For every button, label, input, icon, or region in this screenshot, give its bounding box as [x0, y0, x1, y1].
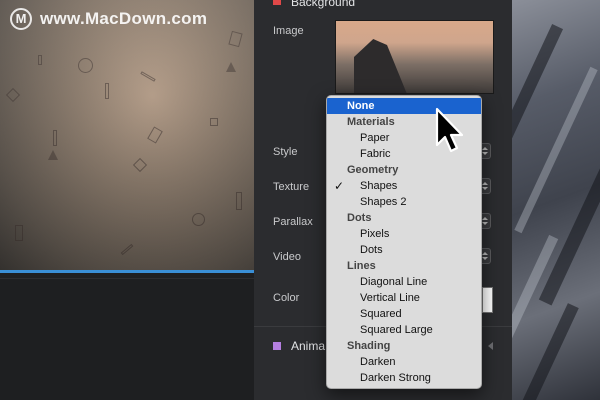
video-label: Video — [273, 251, 301, 263]
menu-header-geometry: Geometry — [347, 164, 399, 176]
parallax-label: Parallax — [273, 216, 313, 228]
menu-item-vertical-line[interactable]: Vertical Line — [327, 290, 481, 306]
collapse-arrow-icon[interactable] — [488, 342, 493, 350]
checkmark-icon: ✓ — [334, 179, 345, 193]
menu-item-dots[interactable]: Dots — [327, 242, 481, 258]
rock-streak — [517, 303, 579, 400]
triangle-shape — [226, 62, 236, 72]
menu-item-squared-large[interactable]: Squared Large — [327, 322, 481, 338]
diamond-shape — [147, 126, 163, 144]
timeline-area — [0, 273, 254, 400]
circle-shape — [192, 213, 205, 226]
rect-shape — [228, 30, 243, 48]
rect-shape — [210, 118, 218, 126]
rock-streak — [538, 154, 600, 306]
canvas-preview[interactable] — [0, 0, 254, 273]
line-shape — [105, 83, 109, 99]
thumbnail-cliff — [354, 39, 409, 93]
animation-section-icon — [273, 342, 281, 350]
menu-item-darken-strong[interactable]: Darken Strong — [327, 370, 481, 386]
diamond-shape — [5, 87, 21, 103]
animation-section-title[interactable]: Anima — [291, 339, 325, 353]
diamond-shape — [132, 157, 148, 173]
menu-header-dots: Dots — [347, 212, 372, 224]
macdown-logo: M — [10, 8, 32, 30]
line-shape — [120, 243, 134, 256]
menu-item-diagonal-line[interactable]: Diagonal Line — [327, 274, 481, 290]
menu-item-darken[interactable]: Darken — [327, 354, 481, 370]
line-shape — [53, 130, 57, 146]
texture-label: Texture — [273, 181, 310, 193]
menu-item-shapes[interactable]: ✓ Shapes — [327, 178, 481, 194]
style-label: Style — [273, 146, 298, 158]
mouse-cursor-icon — [435, 107, 464, 153]
desktop-background — [512, 0, 600, 400]
menu-item-pixels[interactable]: Pixels — [327, 226, 481, 242]
circle-shape — [78, 58, 93, 73]
triangle-shape — [48, 150, 58, 160]
rect-shape — [15, 225, 23, 241]
background-image-well[interactable] — [335, 20, 494, 94]
color-well[interactable] — [482, 287, 493, 313]
menu-header-shading: Shading — [347, 340, 391, 352]
line-shape — [236, 192, 242, 210]
watermark-text: www.MacDown.com — [40, 9, 208, 28]
image-label: Image — [273, 25, 304, 37]
background-section-title[interactable]: Background — [291, 0, 355, 9]
menu-header-lines: Lines — [347, 260, 376, 272]
watermark: M www.MacDown.com — [10, 8, 207, 30]
divider — [0, 278, 254, 279]
color-label: Color — [273, 292, 300, 304]
background-section-icon — [273, 0, 281, 5]
line-shape — [140, 71, 156, 82]
menu-item-shapes-2[interactable]: Shapes 2 — [327, 194, 481, 210]
menu-item-squared[interactable]: Squared — [327, 306, 481, 322]
rock-streak — [512, 24, 564, 156]
line-shape — [38, 55, 42, 65]
